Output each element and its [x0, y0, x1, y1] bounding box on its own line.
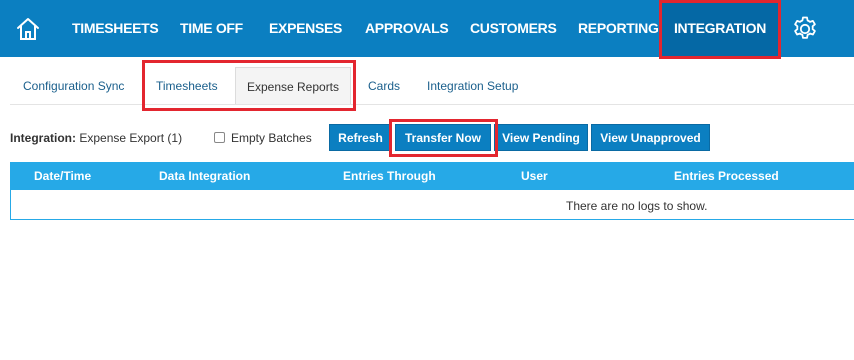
column-user[interactable]: User [521, 162, 548, 190]
gear-icon[interactable] [790, 14, 820, 44]
transfer-now-button[interactable]: Transfer Now [395, 124, 491, 151]
nav-integration[interactable]: INTEGRATION [662, 0, 778, 57]
nav-timesheets[interactable]: TIMESHEETS [72, 0, 159, 57]
column-data-integration[interactable]: Data Integration [159, 162, 250, 190]
refresh-button[interactable]: Refresh [329, 124, 392, 151]
view-pending-button[interactable]: View Pending [494, 124, 588, 151]
tab-integration-setup[interactable]: Integration Setup [427, 67, 518, 105]
home-button[interactable] [0, 0, 56, 57]
tab-configuration-sync[interactable]: Configuration Sync [23, 67, 124, 105]
nav-customers[interactable]: CUSTOMERS [470, 0, 557, 57]
tab-expense-reports[interactable]: Expense Reports [235, 67, 351, 105]
top-nav-bar: TIMESHEETS TIME OFF EXPENSES APPROVALS C… [0, 0, 854, 57]
integration-selector-label: Integration: Expense Export (1) [10, 131, 182, 145]
column-entries-through[interactable]: Entries Through [343, 162, 436, 190]
nav-approvals[interactable]: APPROVALS [365, 0, 449, 57]
view-unapproved-button[interactable]: View Unapproved [591, 124, 710, 151]
integration-value[interactable]: Expense Export (1) [79, 131, 182, 145]
nav-reporting[interactable]: REPORTING [578, 0, 659, 57]
nav-expenses[interactable]: EXPENSES [269, 0, 342, 57]
nav-time-off[interactable]: TIME OFF [180, 0, 243, 57]
tab-timesheets[interactable]: Timesheets [156, 67, 218, 105]
integration-label: Integration: [10, 131, 76, 145]
tab-cards[interactable]: Cards [368, 67, 400, 105]
column-entries-processed[interactable]: Entries Processed [674, 162, 779, 190]
empty-batches-checkbox[interactable] [214, 132, 225, 143]
tabs-divider [10, 104, 854, 105]
home-icon [17, 17, 39, 40]
log-table-body [10, 190, 854, 220]
empty-table-message: There are no logs to show. [566, 199, 708, 213]
log-table-header: Date/Time Data Integration Entries Throu… [10, 162, 854, 190]
column-date-time[interactable]: Date/Time [34, 162, 91, 190]
empty-batches-label[interactable]: Empty Batches [231, 131, 312, 145]
